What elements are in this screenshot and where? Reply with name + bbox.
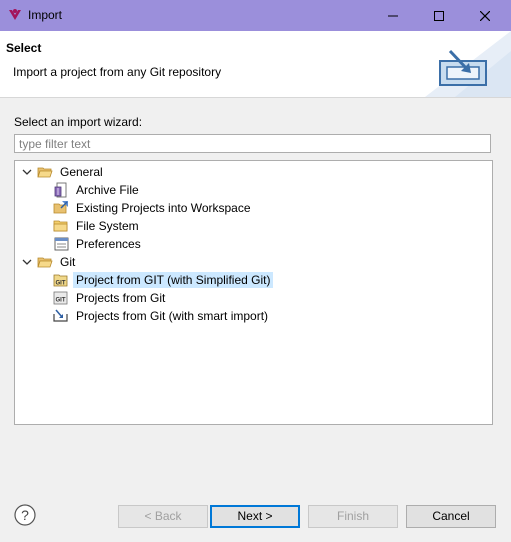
maximize-button[interactable]: [416, 0, 462, 31]
folder-icon: [53, 218, 69, 234]
back-button[interactable]: < Back: [118, 505, 208, 528]
eclipse-app-icon: [9, 9, 21, 20]
minimize-icon: [388, 15, 398, 16]
finish-button[interactable]: Finish: [308, 505, 398, 528]
close-button[interactable]: [462, 0, 508, 31]
maximize-icon: [434, 10, 444, 21]
tree-item-project-from-git-simplified[interactable]: GIT Project from GIT (with Simplified Gi…: [37, 271, 274, 289]
preferences-icon: [53, 236, 69, 252]
smart-import-icon: [53, 308, 69, 324]
archive-file-icon: [53, 182, 69, 198]
title-bar: Import: [0, 0, 511, 31]
tree-node-general[interactable]: General: [21, 163, 106, 181]
tree-item-projects-from-git-smart-import[interactable]: Projects from Git (with smart import): [37, 307, 271, 325]
chevron-down-icon[interactable]: [21, 166, 33, 178]
git-icon: GIT: [53, 290, 69, 306]
help-icon[interactable]: ?: [14, 504, 36, 526]
filter-input[interactable]: [14, 134, 491, 153]
tree-label: Existing Projects into Workspace: [76, 201, 251, 215]
wizard-select-label: Select an import wizard:: [14, 115, 143, 129]
page-description: Import a project from any Git repository: [13, 65, 222, 79]
window-title: Import: [28, 8, 63, 22]
wizard-tree[interactable]: General Archive File Existing Projects i…: [14, 160, 493, 425]
tree-label: Archive File: [76, 183, 139, 197]
svg-text:?: ?: [21, 507, 29, 523]
next-button[interactable]: Next >: [210, 505, 300, 528]
cancel-button[interactable]: Cancel: [406, 505, 496, 528]
button-bar-divider: [0, 485, 511, 486]
svg-text:GIT: GIT: [56, 281, 66, 287]
page-title: Select: [6, 41, 42, 55]
folder-open-icon: [37, 254, 53, 270]
minimize-button[interactable]: [370, 0, 416, 31]
tree-item-projects-from-git[interactable]: GIT Projects from Git: [37, 289, 168, 307]
tree-item-archive-file[interactable]: Archive File: [37, 181, 142, 199]
tree-label: Git: [60, 255, 76, 269]
wizard-header: Select Import a project from any Git rep…: [0, 31, 511, 98]
tree-node-git[interactable]: Git: [21, 253, 78, 271]
tree-label: Projects from Git: [76, 291, 166, 305]
svg-text:GIT: GIT: [56, 298, 66, 304]
close-icon: [480, 10, 490, 21]
chevron-down-icon[interactable]: [21, 256, 33, 268]
existing-projects-icon: [53, 200, 69, 216]
tree-item-file-system[interactable]: File System: [37, 217, 142, 235]
folder-open-icon: [37, 164, 53, 180]
tree-label: File System: [76, 219, 139, 233]
tree-label: Projects from Git (with smart import): [76, 309, 269, 323]
git-icon: GIT: [53, 272, 69, 288]
import-banner-icon: [425, 31, 511, 97]
tree-item-existing-projects[interactable]: Existing Projects into Workspace: [37, 199, 254, 217]
tree-label: General: [60, 165, 103, 179]
tree-label: Preferences: [76, 237, 141, 251]
tree-label: Project from GIT (with Simplified Git): [73, 272, 274, 288]
tree-item-preferences[interactable]: Preferences: [37, 235, 144, 253]
